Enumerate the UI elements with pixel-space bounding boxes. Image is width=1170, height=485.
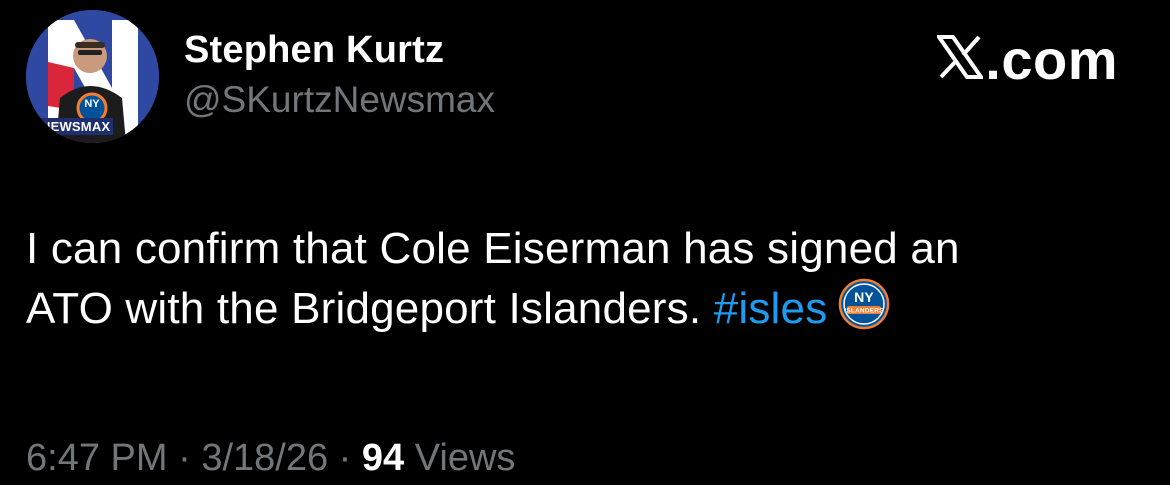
avatar-badge-text: NEWSMAX xyxy=(38,118,114,135)
tweet-text-line-1: I can confirm that Cole Eiserman has sig… xyxy=(26,224,960,273)
views-count: 94 xyxy=(361,437,405,479)
tweet-card: NY NEWSMAX Stephen Kurtz @SKurtzNewsmax … xyxy=(0,0,1170,485)
meta-separator-1: · xyxy=(178,437,191,479)
emoji-logo-text: NY xyxy=(854,289,874,305)
views-label: Views xyxy=(414,437,516,479)
author-display-name[interactable]: Stephen Kurtz xyxy=(184,28,495,72)
tweet-date[interactable]: 3/18/26 xyxy=(201,437,328,479)
tweet-text-line-2: ATO with the Bridgeport Islanders. #isle… xyxy=(26,277,1146,337)
islanders-logo-icon: NY ISLANDERS xyxy=(837,277,891,331)
tweet-text-line-2-content: ATO with the Bridgeport Islanders. xyxy=(26,284,702,333)
tweet-body: I can confirm that Cole Eiserman has sig… xyxy=(26,220,1146,337)
x-brand-label: .com xyxy=(935,28,1118,91)
tweet-metadata: 6:47 PM · 3/18/26 · 94 Views xyxy=(26,434,515,482)
author-handle[interactable]: @SKurtzNewsmax xyxy=(184,78,495,122)
x-logo-icon xyxy=(935,30,986,90)
tweet-time[interactable]: 6:47 PM xyxy=(26,437,168,479)
hashtag-link[interactable]: #isles xyxy=(714,284,828,333)
avatar-logo-text: NY xyxy=(84,98,100,110)
brand-domain-text: .com xyxy=(985,28,1118,91)
author-avatar[interactable]: NY NEWSMAX xyxy=(26,10,159,143)
meta-separator-2: · xyxy=(338,437,352,479)
emoji-wordmark-text: ISLANDERS xyxy=(845,308,885,315)
author-info: Stephen Kurtz @SKurtzNewsmax xyxy=(184,28,495,122)
